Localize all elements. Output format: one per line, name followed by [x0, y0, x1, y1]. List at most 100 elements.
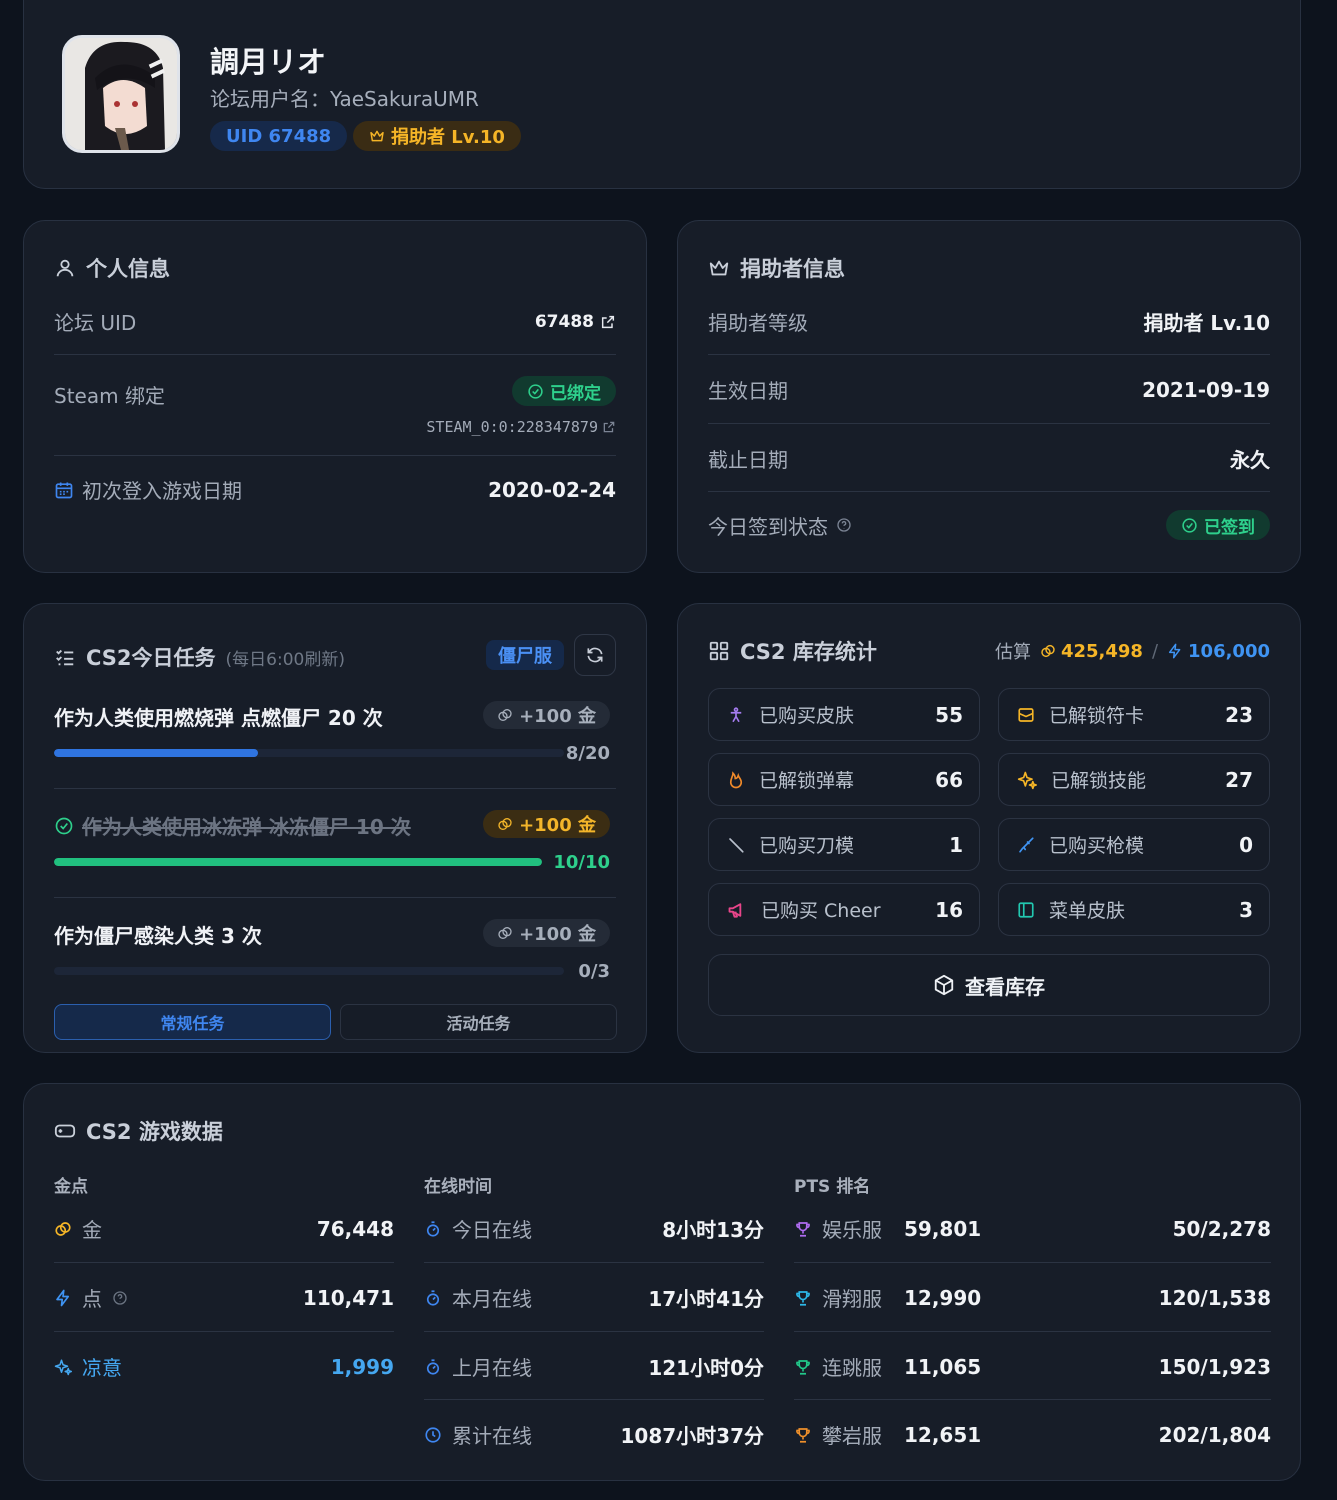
steam-status-text: 已绑定 [550, 383, 601, 404]
donor-info-title: 捐助者信息 [708, 253, 845, 283]
pts-label-text: 滑翔服 [822, 1287, 882, 1311]
pts-label: 滑翔服 [794, 1283, 904, 1312]
task-reward: +100 金 [483, 701, 610, 729]
forum-username: 论坛用户名：YaeSakuraUMR [210, 87, 479, 111]
box-icon[interactable] [933, 974, 955, 996]
external-link-icon[interactable] [602, 420, 616, 434]
stat-menu-skins[interactable]: 菜单皮肤 3 [998, 883, 1270, 936]
coin-icon [54, 1220, 72, 1238]
task-title: 作为人类使用燃烧弹 点燃僵尸 20 次 [54, 706, 383, 730]
pts-row: 娱乐服 59,801 50/2,278 [794, 1214, 1271, 1243]
first-login-label-text: 初次登入游戏日期 [82, 479, 242, 503]
stat-label: 已解锁弹幕 [759, 770, 855, 792]
checkin-label-text: 今日签到状态 [708, 514, 828, 539]
online-label: 累计在线 [424, 1420, 532, 1449]
currency-row-gold: 金 76,448 [54, 1214, 394, 1243]
divider [794, 1331, 1271, 1332]
stat-skins[interactable]: 已购买皮肤 55 [708, 688, 980, 741]
stat-label: 已购买 Cheer [761, 900, 881, 922]
steam-id-link[interactable]: STEAM_0:0:228347879 [426, 418, 616, 436]
stat-knives[interactable]: 已购买刀模 1 [708, 818, 980, 871]
steam-id[interactable]: STEAM_0:0:228347879 [426, 418, 598, 436]
checkin-status-text: 已签到 [1204, 517, 1255, 538]
refresh-icon[interactable] [585, 645, 605, 665]
online-row: 累计在线 1087小时37分 [424, 1420, 764, 1449]
task-reward: +100 金 [483, 810, 610, 838]
steam-bound-badge: 已绑定 [512, 376, 616, 406]
pts-label: 连跳服 [794, 1352, 904, 1381]
megaphone-icon [727, 900, 747, 920]
end-date-row: 截止日期 永久 [708, 444, 1270, 473]
knife-icon [727, 836, 745, 854]
donor-badge: 捐助者 Lv.10 [353, 121, 521, 151]
first-login-value: 2020-02-24 [488, 477, 616, 502]
task-progress-bar [54, 858, 542, 866]
trophy-icon [794, 1358, 812, 1376]
sparkle-icon [1017, 770, 1037, 790]
stat-skills[interactable]: 已解锁技能 27 [998, 753, 1270, 806]
tab-regular-tasks[interactable]: 常规任务 [54, 1004, 331, 1040]
divider [54, 788, 616, 789]
tasks-subtitle: (每日6:00刷新) [225, 649, 345, 670]
pts-row: 连跳服 11,065 150/1,923 [794, 1352, 1271, 1381]
crown-icon [708, 257, 730, 279]
uid-value[interactable]: 67488 [535, 312, 594, 332]
game-data-title-text: CS2 游戏数据 [86, 1120, 223, 1144]
card-icon [1017, 706, 1035, 724]
server-badge[interactable]: 僵尸服 [486, 640, 564, 670]
donor-info-card: 捐助者信息 捐助者等级 捐助者 Lv.10 生效日期 2021-09-19 截止… [677, 220, 1301, 573]
avatar[interactable] [62, 35, 180, 153]
stopwatch-icon [424, 1358, 442, 1376]
stopwatch-icon [424, 1289, 442, 1307]
pts-label-text: 娱乐服 [822, 1218, 882, 1242]
stat-cheer[interactable]: 已购买 Cheer 16 [708, 883, 980, 936]
checkin-label: 今日签到状态 [708, 511, 852, 540]
stat-label: 已购买皮肤 [759, 705, 855, 727]
uid-row: 论坛 UID 67488 [54, 307, 616, 336]
donor-level-value: 捐助者 Lv.10 [1143, 311, 1270, 335]
steam-label: Steam 绑定 [54, 384, 165, 408]
divider [54, 897, 616, 898]
stat-barrage[interactable]: 已解锁弹幕 66 [708, 753, 980, 806]
rifle-icon [1017, 836, 1035, 854]
gamepad-icon [54, 1120, 76, 1142]
stat-value: 0 [1239, 832, 1253, 857]
help-icon[interactable] [836, 517, 852, 533]
stat-value: 55 [935, 702, 963, 727]
external-link-icon[interactable] [600, 314, 616, 330]
coin-icon [497, 925, 513, 941]
steam-row: Steam 绑定 已绑定 STEAM_0:0:228347879 [54, 376, 616, 436]
estimate-points: 106,000 [1188, 640, 1270, 662]
online-row: 上月在线 121小时0分 [424, 1352, 764, 1381]
pts-label: 攀岩服 [794, 1420, 904, 1449]
tasks-title: CS2今日任务 (每日6:00刷新) [54, 642, 345, 672]
online-value: 1087小时37分 [620, 1424, 765, 1448]
pts-label-text: 攀岩服 [822, 1424, 882, 1448]
calendar-icon [54, 480, 74, 500]
view-inventory-label[interactable]: 查看库存 [965, 971, 1045, 1000]
divider [794, 1399, 1271, 1400]
panel-icon [1017, 901, 1035, 919]
stat-cards[interactable]: 已解锁符卡 23 [998, 688, 1270, 741]
help-icon[interactable] [112, 1290, 128, 1306]
stat-rifles[interactable]: 已购买枪模 0 [998, 818, 1270, 871]
uid-badge-label: UID 67488 [226, 125, 332, 147]
currency-value: 110,471 [302, 1285, 394, 1310]
refresh-button[interactable] [574, 634, 616, 676]
view-inventory-button[interactable]: 查看库存 [708, 954, 1270, 1016]
divider [424, 1331, 764, 1332]
inventory-estimate: 估算 425,498 / 106,000 [995, 638, 1270, 664]
checkin-row: 今日签到状态 已签到 [708, 510, 1270, 540]
task-title: 作为僵尸感染人类 3 次 [54, 924, 262, 948]
tab-event-tasks[interactable]: 活动任务 [340, 1004, 617, 1040]
uid-link[interactable]: 67488 [535, 312, 616, 332]
currency-row-cool: 凉意 1,999 [54, 1352, 394, 1381]
checklist-icon [54, 646, 76, 668]
pts-score: 59,801 [904, 1216, 982, 1241]
task-item: 作为僵尸感染人类 3 次 [54, 920, 262, 949]
daily-tasks-card: CS2今日任务 (每日6:00刷新) 僵尸服 作为人类使用燃烧弹 点燃僵尸 20… [23, 603, 647, 1053]
pts-rank: 120/1,538 [1158, 1285, 1271, 1310]
divider [54, 455, 616, 456]
stat-value: 23 [1225, 702, 1253, 727]
check-circle-icon [1181, 517, 1198, 534]
